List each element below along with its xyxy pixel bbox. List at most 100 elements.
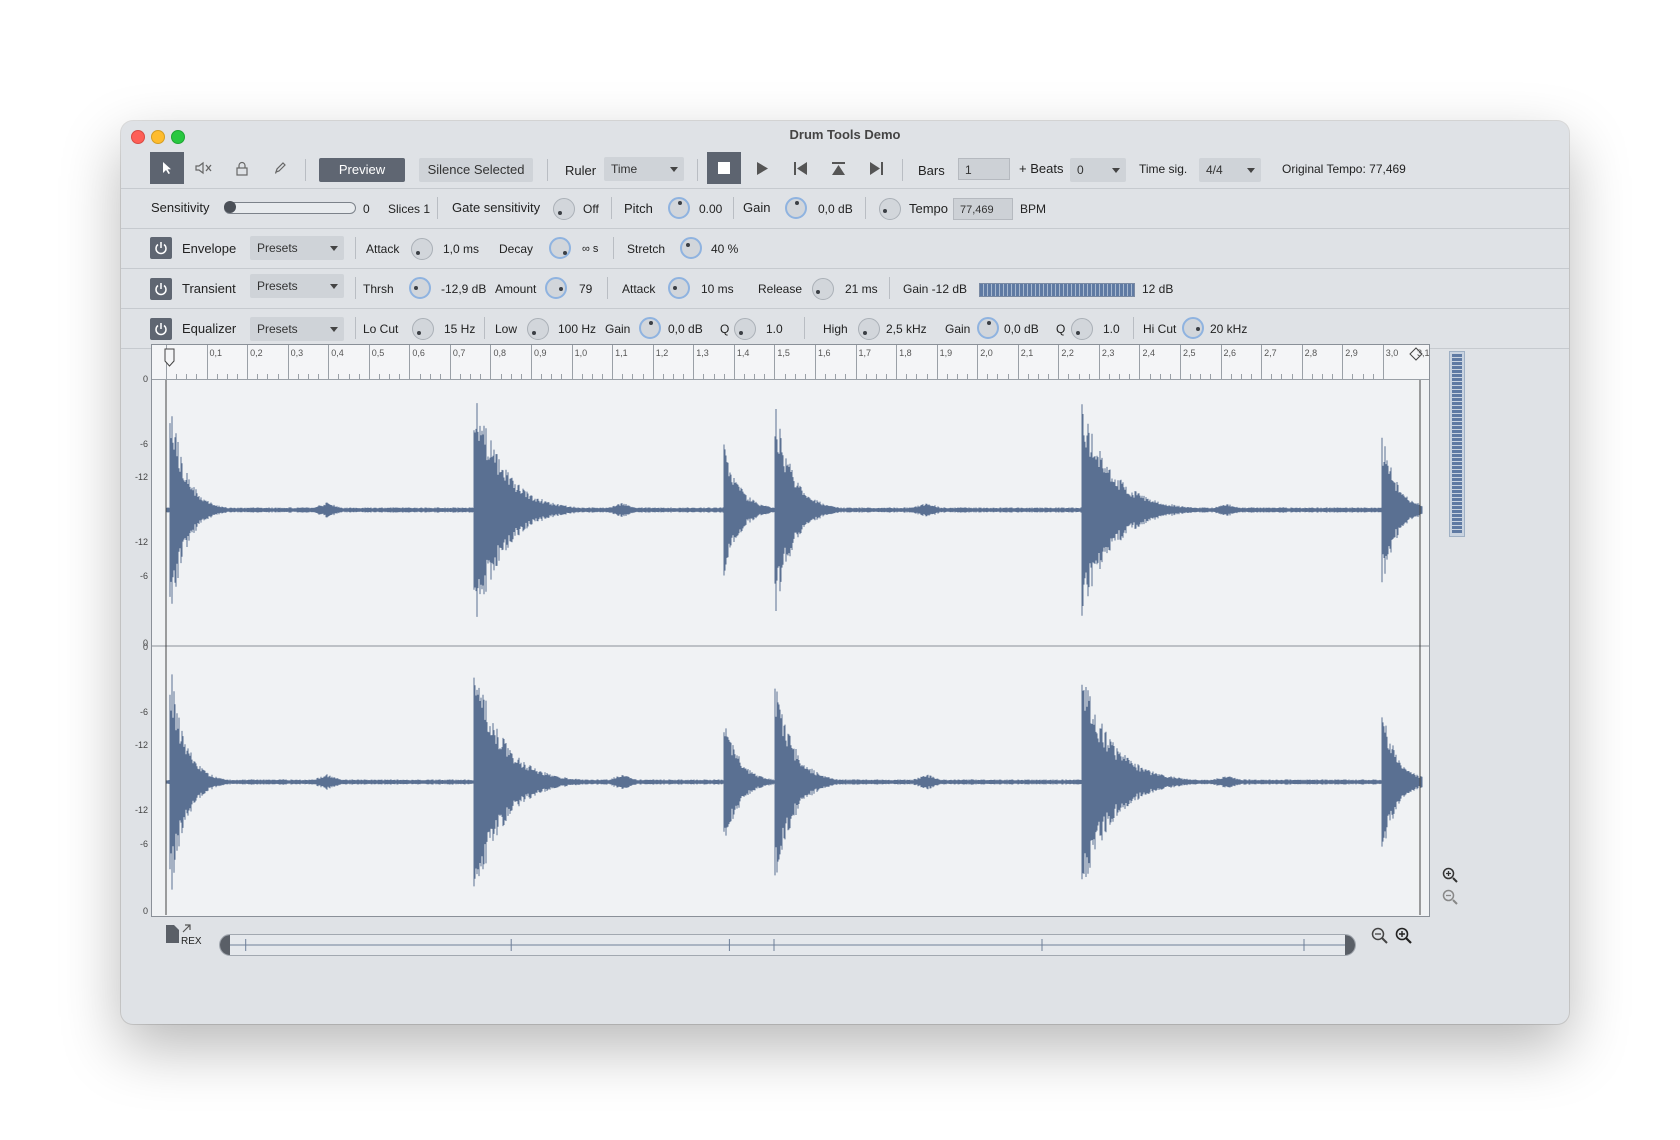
transient-power-button[interactable]: [150, 278, 172, 300]
ruler-minor-tick: [1027, 374, 1029, 379]
lock-tool-button[interactable]: [225, 152, 259, 184]
pencil-tool-button[interactable]: [263, 152, 297, 184]
ruler-minor-tick: [470, 374, 472, 379]
envelope-attack-value: 1,0 ms: [443, 242, 480, 256]
time-signature-dropdown[interactable]: 4/4: [1199, 158, 1261, 182]
ruler-label: Ruler: [565, 163, 597, 178]
beats-dropdown[interactable]: 0: [1070, 158, 1126, 182]
play-button[interactable]: [745, 152, 779, 184]
ruler-minor-tick: [1210, 374, 1212, 379]
ruler-major-tick: [1261, 345, 1263, 379]
close-window-button[interactable]: [131, 130, 145, 144]
envelope-decay-knob[interactable]: [549, 237, 571, 259]
sensitivity-label: Sensitivity: [151, 200, 210, 215]
ruler-minor-tick: [1230, 374, 1232, 379]
high-gain-knob[interactable]: [977, 317, 999, 339]
ruler-minor-tick: [1149, 374, 1151, 379]
minimize-window-button[interactable]: [151, 130, 165, 144]
stop-button[interactable]: [707, 152, 741, 184]
pitch-label: Pitch: [624, 201, 653, 216]
title-bar: Drum Tools Demo: [121, 121, 1569, 149]
silence-selected-button[interactable]: Silence Selected: [419, 158, 533, 182]
waveform-display[interactable]: [152, 380, 1429, 915]
zoom-window-button[interactable]: [171, 130, 185, 144]
bars-input[interactable]: 1: [958, 158, 1010, 180]
ruler-end-label: 3,1: [1417, 348, 1430, 358]
zoom-out-icon[interactable]: [1371, 927, 1389, 945]
high-frequency-knob[interactable]: [858, 318, 880, 340]
ruler-minor-tick: [845, 374, 847, 379]
ruler-minor-tick: [480, 374, 482, 379]
low-frequency-knob[interactable]: [527, 318, 549, 340]
pitch-knob[interactable]: [668, 197, 690, 219]
preview-button[interactable]: Preview: [319, 158, 405, 182]
amplitude-axis-label: -6: [139, 839, 148, 849]
ruler-minor-tick: [510, 374, 512, 379]
ruler-minor-tick: [673, 374, 674, 379]
vertical-zoom-out-icon[interactable]: [1442, 889, 1458, 905]
ruler-minor-tick: [1109, 374, 1111, 379]
envelope-presets-dropdown[interactable]: Presets: [250, 236, 344, 260]
low-q-knob[interactable]: [734, 318, 756, 340]
ruler-major-tick: [1058, 345, 1060, 379]
envelope-power-button[interactable]: [150, 237, 172, 259]
ruler-minor-tick: [1321, 374, 1323, 379]
skip-forward-button[interactable]: [859, 152, 893, 184]
mute-tool-button[interactable]: [187, 152, 221, 184]
sensitivity-slider[interactable]: [224, 201, 356, 214]
equalizer-power-button[interactable]: [150, 318, 172, 340]
gain-knob[interactable]: [785, 197, 807, 219]
zoom-in-icon[interactable]: [1395, 927, 1413, 945]
ruler-minor-tick: [764, 374, 766, 379]
ruler-major-tick: [774, 345, 776, 379]
overview-right-handle[interactable]: [1345, 935, 1355, 955]
ruler-major-tick: [206, 345, 208, 379]
overview-scrollbar[interactable]: [219, 934, 1356, 956]
power-icon: [155, 283, 167, 296]
envelope-title: Envelope: [182, 241, 237, 256]
sensitivity-slider-thumb[interactable]: [224, 201, 236, 213]
low-gain-knob[interactable]: [639, 317, 661, 339]
gate-sensitivity-label: Gate sensitivity: [452, 200, 541, 215]
amount-value: 79: [579, 282, 593, 296]
ruler-minor-tick: [956, 374, 958, 379]
ruler-major-tick: [1180, 345, 1181, 379]
ruler-minor-tick: [723, 374, 725, 379]
overview-left-handle[interactable]: [220, 935, 230, 955]
transient-attack-knob[interactable]: [668, 277, 690, 299]
stretch-knob[interactable]: [680, 237, 702, 259]
ruler-minor-tick: [662, 374, 664, 379]
amount-knob[interactable]: [545, 277, 567, 299]
power-icon: [155, 242, 167, 255]
ruler-minor-tick: [399, 374, 401, 379]
skip-to-start-button[interactable]: [821, 152, 855, 184]
ruler-mode-dropdown[interactable]: Time: [604, 157, 684, 181]
gate-sensitivity-knob[interactable]: [553, 198, 575, 220]
vertical-zoom-in-icon[interactable]: [1442, 867, 1458, 883]
pointer-tool-button[interactable]: [150, 152, 184, 184]
high-q-knob[interactable]: [1071, 318, 1093, 340]
transient-presets-dropdown[interactable]: Presets: [250, 274, 344, 298]
skip-back-button[interactable]: [783, 152, 817, 184]
equalizer-presets-dropdown[interactable]: Presets: [250, 317, 344, 341]
envelope-attack-knob[interactable]: [411, 238, 433, 260]
amplitude-axis-label: 0: [142, 642, 148, 652]
release-knob[interactable]: [812, 278, 834, 300]
tempo-knob[interactable]: [879, 198, 901, 220]
hicut-knob[interactable]: [1182, 317, 1204, 339]
waveform-editor[interactable]: 0,1 0,2 0,3 0,4 0,5 0,6 0,7 0,8 0,9 1,0 1,1 1,2 1,3 1…: [135, 344, 1430, 917]
start-marker-icon[interactable]: [162, 347, 178, 369]
ruler-label: 2,8: [1304, 348, 1318, 358]
tempo-input[interactable]: 77,469: [953, 198, 1013, 220]
mute-icon: [195, 161, 212, 175]
time-ruler[interactable]: 0,1 0,2 0,3 0,4 0,5 0,6 0,7 0,8 0,9 1,0 1,1 1,2 1,3 1…: [152, 345, 1430, 380]
transient-gain-meter[interactable]: [979, 283, 1135, 297]
overview-waveform: [230, 939, 1345, 951]
ruler-label: 2,1: [1020, 348, 1034, 358]
locut-value: 15 Hz: [444, 322, 476, 336]
ruler-minor-tick: [1311, 374, 1313, 379]
threshold-knob[interactable]: [409, 277, 431, 299]
ruler-label: 2,4: [1142, 348, 1155, 358]
ruler-minor-tick: [581, 374, 583, 379]
locut-knob[interactable]: [412, 318, 434, 340]
